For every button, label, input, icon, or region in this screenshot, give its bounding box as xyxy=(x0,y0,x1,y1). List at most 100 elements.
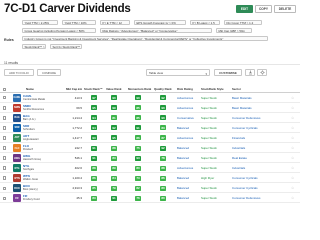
row-checkbox[interactable] xyxy=(3,153,7,163)
row-checkbox[interactable] xyxy=(3,133,7,143)
company-cell[interactable]: WTN Watkin Jones xyxy=(23,173,65,183)
watch-star-icon[interactable]: ☆ xyxy=(291,123,294,133)
table-row[interactable]: NTG NTG Northgate 402.6 88 89 80 88 Adventurous S… xyxy=(0,163,300,173)
col-risk-rating[interactable]: Risk Rating xyxy=(177,83,197,91)
select-all-checkbox[interactable] xyxy=(3,83,7,91)
watch-star-icon[interactable]: ☆ xyxy=(291,103,294,113)
table-row[interactable]: HWG HWG Harworth Group 546.1 91 83 93 78 Balance… xyxy=(0,153,300,163)
delete-button[interactable]: DELETE xyxy=(274,5,296,13)
watch-star-icon[interactable]: ☆ xyxy=(291,153,294,163)
col-momentum-rank[interactable]: Momentum Rank xyxy=(128,83,152,91)
copy-button[interactable]: COPY xyxy=(255,5,272,13)
company-cell[interactable]: SDR Schroders xyxy=(23,123,65,133)
table-row[interactable]: WTN WTN Watkin Jones 1,100.4 86 84 73 86 Balance… xyxy=(0,173,300,183)
table-row[interactable]: FLO FLO Flowtech 242.7 91 88 75 92 Balanced Super… xyxy=(0,143,300,153)
add-to-folio-button[interactable]: ADD TO FOLIO xyxy=(4,69,34,76)
row-checkbox[interactable] xyxy=(3,93,7,103)
col-sector[interactable]: Sector xyxy=(232,83,262,91)
company-cell[interactable]: ADT Anglo-Eastern xyxy=(23,133,65,143)
col-mktcap[interactable]: Mkt Cap £m xyxy=(66,83,82,91)
rule-chip[interactable]: Sort by Stock Rank™ xyxy=(50,44,82,50)
watch-star-icon[interactable]: ☆ xyxy=(291,143,294,153)
rule-chip[interactable]: P / B Latest < 1.5 xyxy=(190,20,220,26)
company-cell[interactable]: FLO Flowtech xyxy=(23,143,65,153)
watch-star-icon[interactable]: ☆ xyxy=(291,163,294,173)
download-button[interactable] xyxy=(245,69,255,76)
rule-chip[interactable]: Mkt Cap GBP > 50m xyxy=(216,28,252,34)
col-name[interactable]: Name xyxy=(26,83,34,91)
col-stock-rank[interactable]: Stock Rank™ xyxy=(84,83,104,91)
sector-link[interactable]: Consumer Cyclicals xyxy=(232,183,288,193)
table-row[interactable]: SMIN SMIN Smiths Resources 69.5 95 99 85 90 Adve… xyxy=(0,103,300,113)
mktcap-value: 69.5 xyxy=(76,105,82,110)
rule-chip[interactable]: P / E TTM < 12 xyxy=(100,20,130,26)
row-checkbox[interactable] xyxy=(3,123,7,133)
row-checkbox[interactable] xyxy=(3,113,7,123)
company-cell[interactable]: SMIN Smiths Resources xyxy=(23,103,65,113)
risk-rating-link[interactable]: Balanced xyxy=(177,173,201,183)
compare-button[interactable]: COMPARE xyxy=(37,69,61,76)
sector-link[interactable]: Basic Materials xyxy=(232,93,288,103)
value-rank-badge: 79 xyxy=(111,185,117,191)
col-value-rank[interactable]: Value Rank xyxy=(106,83,126,91)
table-row[interactable]: CAML CAML Central Asia Metals 413.3 97 90 90 92… xyxy=(0,93,300,103)
row-checkbox[interactable] xyxy=(3,173,7,183)
sector-link[interactable]: Real Estate xyxy=(232,153,288,163)
sector-link[interactable]: Financials xyxy=(232,133,288,143)
rule-chip[interactable]: Div Cover TTM > 1.2 xyxy=(224,20,262,26)
rule-chip[interactable]: Industry Group is not "Investment Bankin… xyxy=(22,36,268,42)
table-row[interactable]: FIF FIF Finsbury Food 45.3 83 91 76 80 Balanced S… xyxy=(0,194,300,204)
company-cell[interactable]: BOO Boot (Henry) xyxy=(23,183,65,193)
risk-rating-link[interactable]: Balanced xyxy=(177,183,201,193)
table-row[interactable]: SDR SDR Schroders 1,772.2 94 92 91 83 Balanced Su… xyxy=(0,123,300,133)
col-stockrank-style[interactable]: StockRank Style xyxy=(201,83,229,91)
edit-button[interactable]: EDIT xyxy=(236,5,253,13)
row-checkbox[interactable] xyxy=(3,183,7,193)
watch-star-icon[interactable]: ☆ xyxy=(291,93,294,103)
sector-link[interactable]: Consumer Cyclicals xyxy=(232,173,288,183)
row-checkbox[interactable] xyxy=(3,194,7,204)
col-quality-rank[interactable]: Quality Rank xyxy=(154,83,174,91)
table-row[interactable]: BOO BOO Boot (Henry) 4,913.3 85 79 82 80 Balance… xyxy=(0,183,300,194)
watch-star-icon[interactable]: ☆ xyxy=(291,133,294,143)
rule-chip[interactable]: Risk Ratings: "Adventurous", "Balanced" … xyxy=(100,28,212,34)
company-cell[interactable]: FIF Finsbury Food xyxy=(23,194,65,204)
sector-link[interactable]: Consumer Defensives xyxy=(232,113,288,123)
row-checkbox[interactable] xyxy=(3,163,7,173)
row-checkbox[interactable] xyxy=(3,143,7,153)
risk-rating-link[interactable]: Conservative xyxy=(177,113,201,123)
company-cell[interactable]: HWG Harworth Group xyxy=(23,153,65,163)
rule-chip[interactable]: Gross Gearing including Pension Latest <… xyxy=(22,28,96,34)
risk-rating-link[interactable]: Adventurous xyxy=(177,103,201,113)
company-cell[interactable]: BAG Barr (A.G.) xyxy=(23,113,65,123)
risk-rating-link[interactable]: Adventurous xyxy=(177,133,201,143)
risk-rating-link[interactable]: Adventurous xyxy=(177,93,201,103)
customise-button[interactable]: CUSTOMISE xyxy=(214,69,242,76)
watch-star-icon[interactable]: ☆ xyxy=(291,183,294,193)
risk-rating-link[interactable]: Balanced xyxy=(177,194,201,204)
rule-chip[interactable]: EPS Growth Forecast 1y > 0% xyxy=(134,20,186,26)
risk-rating-link[interactable]: Balanced xyxy=(177,123,201,133)
risk-rating-link[interactable]: Adventurous xyxy=(177,163,201,173)
watch-star-icon[interactable]: ☆ xyxy=(291,173,294,183)
rule-chip[interactable]: Yield TTM < 10% xyxy=(62,20,96,26)
rule-chip[interactable]: Yield TTM > 2.25% xyxy=(22,20,58,26)
sector-link[interactable]: Consumer Defensives xyxy=(232,194,288,204)
sector-link[interactable]: Industrials xyxy=(232,143,288,153)
sector-link[interactable]: Industrials xyxy=(232,163,288,173)
risk-rating-link[interactable]: Balanced xyxy=(177,143,201,153)
settings-button[interactable] xyxy=(257,69,267,76)
watch-star-icon[interactable]: ☆ xyxy=(291,194,294,204)
watch-star-icon[interactable]: ☆ xyxy=(291,113,294,123)
sector-link[interactable]: Basic Materials xyxy=(232,103,288,113)
rule-chip[interactable]: Stock Rank™ > 80 xyxy=(22,44,46,50)
view-select-value: Table view xyxy=(149,70,164,75)
sector-link[interactable]: Consumer Cyclicals xyxy=(232,123,288,133)
view-select[interactable]: Table view ▾ xyxy=(146,69,210,76)
table-row[interactable]: BAG BAG Barr (A.G.) 1,214.4 94 81 85 90 Conserva… xyxy=(0,113,300,123)
row-checkbox[interactable] xyxy=(3,103,7,113)
company-cell[interactable]: NTG Northgate xyxy=(23,163,65,173)
risk-rating-link[interactable]: Balanced xyxy=(177,153,201,163)
table-row[interactable]: ADT ADT Anglo-Eastern 1,417.7 93 95 86 87 Advent… xyxy=(0,133,300,143)
company-cell[interactable]: CAML Central Asia Metals xyxy=(23,93,65,103)
